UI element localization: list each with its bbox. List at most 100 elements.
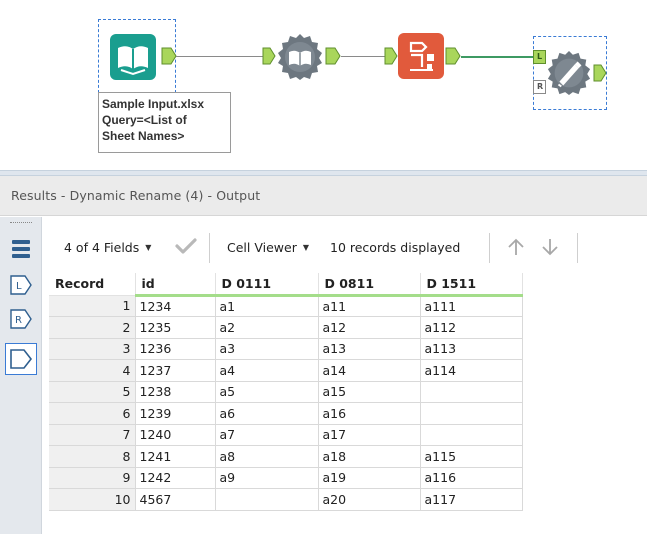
cell-d1511[interactable]: a113 (420, 338, 523, 360)
macro-input-anchor[interactable] (262, 47, 276, 68)
cell-d1511[interactable]: a111 (420, 295, 523, 317)
cell-d1511[interactable]: a114 (420, 359, 523, 382)
cell-d0811[interactable]: a19 (318, 467, 421, 489)
output-tool-anchor[interactable] (593, 64, 607, 85)
cell-d0811[interactable]: a11 (318, 295, 421, 317)
cell-id[interactable]: 1234 (135, 295, 216, 317)
cell-id[interactable]: 4567 (135, 488, 216, 511)
toolbar-separator (489, 233, 490, 263)
table-row[interactable]: 1 1234 a1 a11 a111 (49, 295, 523, 317)
results-title: Results - Dynamic Rename (4) - Output (11, 188, 261, 203)
cell-d0811[interactable]: a17 (318, 424, 421, 446)
cell-d0811[interactable]: a20 (318, 488, 421, 511)
rail-output-anchor-button[interactable] (5, 343, 37, 375)
cell-d0111[interactable]: a8 (215, 445, 319, 468)
rename-output-anchor[interactable] (445, 47, 461, 68)
input-data-tool[interactable] (110, 34, 156, 80)
cell-d0811[interactable]: a15 (318, 381, 421, 403)
column-header-d0811[interactable]: D 0811 (318, 273, 421, 297)
table-row[interactable]: 7 1240 a7 a17 (49, 424, 523, 446)
scroll-up-button[interactable] (506, 237, 526, 260)
cell-d1511[interactable]: a115 (420, 445, 523, 468)
column-header-id[interactable]: id (135, 273, 216, 297)
column-header-d1511[interactable]: D 1511 (420, 273, 523, 297)
records-displayed-text: 10 records displayed (330, 240, 461, 255)
batch-macro-tool[interactable] (276, 33, 324, 81)
cell-id[interactable]: 1238 (135, 381, 216, 403)
column-header-record[interactable]: Record (49, 273, 136, 296)
table-row[interactable]: 4 1237 a4 a14 a114 (49, 359, 523, 382)
cell-viewer-dropdown[interactable]: Cell Viewer ▼ (227, 240, 309, 255)
rail-left-anchor-button[interactable]: L (7, 271, 35, 299)
cell-d1511[interactable]: a112 (420, 316, 523, 339)
cell-d0811[interactable]: a16 (318, 402, 421, 425)
cell-d0811[interactable]: a13 (318, 338, 421, 360)
anchor-arrow-icon (593, 64, 607, 82)
results-left-rail: L R (0, 217, 42, 534)
cell-d0811[interactable]: a14 (318, 359, 421, 382)
results-header: Results - Dynamic Rename (4) - Output (0, 176, 647, 216)
rename-icon (398, 33, 444, 79)
cell-d0111[interactable]: a4 (215, 359, 319, 382)
input-output-anchor[interactable] (161, 47, 177, 68)
table-row[interactable]: 9 1242 a9 a19 a116 (49, 467, 523, 489)
caret-down-icon: ▼ (302, 243, 309, 252)
right-anchor-icon: R (10, 309, 32, 329)
record-number: 10 (49, 488, 136, 511)
workflow-canvas[interactable]: Sample Input.xlsx Query=<List of Sheet N… (0, 0, 647, 170)
rename-input-anchor[interactable] (384, 47, 398, 68)
record-number: 3 (49, 338, 136, 360)
scroll-down-button[interactable] (540, 237, 560, 260)
cell-d0111[interactable]: a1 (215, 295, 319, 317)
cell-id[interactable]: 1237 (135, 359, 216, 382)
cell-id[interactable]: 1242 (135, 467, 216, 489)
cell-d0111[interactable]: a2 (215, 316, 319, 339)
cell-d1511[interactable]: a117 (420, 488, 523, 511)
record-number: 8 (49, 445, 136, 468)
cell-id[interactable]: 1235 (135, 316, 216, 339)
dynamic-rename-tool[interactable] (398, 33, 444, 79)
cell-id[interactable]: 1239 (135, 402, 216, 425)
table-row[interactable]: 10 4567 a20 a117 (49, 488, 523, 511)
book-open-icon (110, 34, 156, 80)
cell-d0111[interactable]: a7 (215, 424, 319, 446)
right-anchor-label: R (537, 82, 544, 91)
cell-d0111[interactable]: a9 (215, 467, 319, 489)
cell-id[interactable]: 1240 (135, 424, 216, 446)
cell-d0811[interactable]: a18 (318, 445, 421, 468)
left-input-anchor[interactable]: L (533, 50, 546, 64)
cell-id[interactable]: 1241 (135, 445, 216, 468)
left-anchor-label: L (537, 52, 543, 61)
cell-id[interactable]: 1236 (135, 338, 216, 360)
cell-d1511[interactable] (420, 381, 523, 403)
table-row[interactable]: 2 1235 a2 a12 a112 (49, 316, 523, 339)
table-row[interactable]: 8 1241 a8 a18 a115 (49, 445, 523, 468)
table-row[interactable]: 6 1239 a6 a16 (49, 402, 523, 425)
confirm-fields-button[interactable] (175, 237, 197, 258)
rail-right-anchor-button[interactable]: R (7, 305, 35, 333)
right-input-anchor[interactable]: R (533, 80, 546, 94)
dynamic-rename-output-tool[interactable] (546, 50, 592, 96)
cell-d1511[interactable] (420, 424, 523, 446)
cell-d1511[interactable]: a116 (420, 467, 523, 489)
cell-d1511[interactable] (420, 402, 523, 425)
cell-d0111[interactable]: a5 (215, 381, 319, 403)
results-table: Record id D 0111 D 0811 D 1511 1 1234 a1 a1… (49, 273, 523, 511)
checkmark-icon (175, 238, 197, 254)
left-anchor-icon: L (10, 275, 32, 295)
table-row[interactable]: 5 1238 a5 a15 (49, 381, 523, 403)
column-header-d0111[interactable]: D 0111 (215, 273, 319, 297)
cell-d0111[interactable]: a3 (215, 338, 319, 360)
rail-list-button[interactable] (7, 235, 35, 263)
macro-output-anchor[interactable] (325, 47, 341, 68)
cell-d0111[interactable]: a6 (215, 402, 319, 425)
toolbar-separator (577, 233, 578, 263)
table-row[interactable]: 3 1236 a3 a13 a113 (49, 338, 523, 360)
cell-d0811[interactable]: a12 (318, 316, 421, 339)
gear-pen-icon (547, 50, 591, 96)
fields-dropdown[interactable]: 4 of 4 Fields ▼ (64, 240, 151, 255)
cell-d0111[interactable] (215, 488, 319, 511)
rail-grip[interactable] (10, 222, 32, 224)
cell-viewer-label: Cell Viewer (227, 240, 297, 255)
anchor-arrow-icon (161, 47, 177, 65)
